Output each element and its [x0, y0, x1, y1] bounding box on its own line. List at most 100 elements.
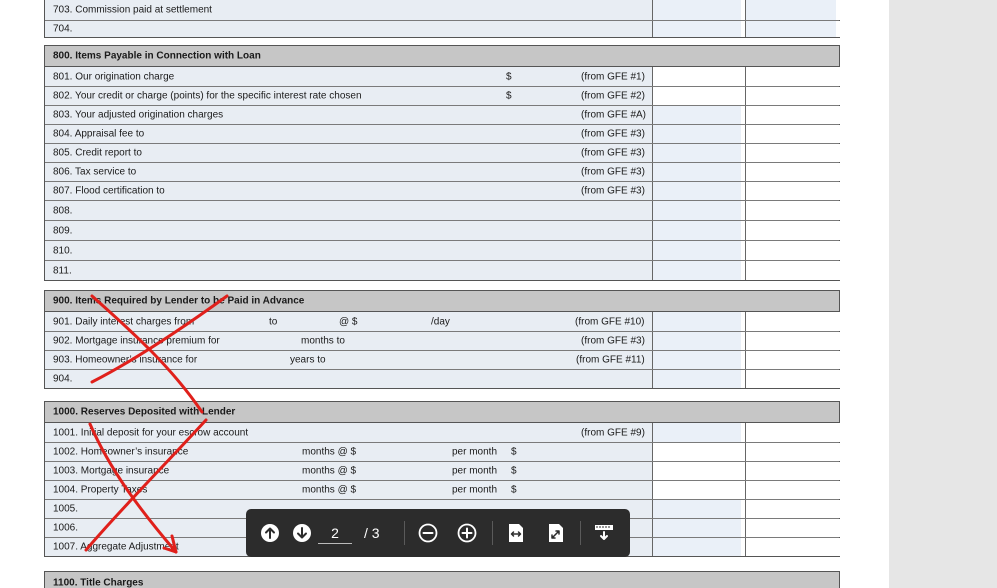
amount-field[interactable]: [652, 351, 745, 369]
fit-width-button[interactable]: [504, 521, 528, 545]
amount-field[interactable]: [652, 241, 745, 260]
arrow-down-circle-icon: [293, 524, 311, 542]
row-text: years to: [290, 354, 326, 366]
currency-symbol: $: [511, 484, 517, 496]
row-label: 1006.: [53, 522, 79, 534]
table-row: 703. Commission paid at settlement: [45, 0, 840, 20]
row-label: 1004. Property Taxes: [53, 484, 148, 496]
fit-page-button[interactable]: [544, 521, 568, 545]
row-text: per month: [452, 446, 498, 458]
amount-field[interactable]: [745, 144, 840, 162]
amount-field[interactable]: [745, 0, 840, 20]
amount-field[interactable]: [652, 21, 745, 37]
amount-field[interactable]: [745, 351, 840, 369]
row-label: 811.: [53, 265, 72, 276]
toolbar-divider: [580, 521, 581, 545]
row-text: to: [269, 316, 278, 327]
amount-field[interactable]: [652, 125, 745, 143]
zoom-in-button[interactable]: [455, 521, 479, 545]
amount-field[interactable]: [745, 538, 840, 556]
amount-field[interactable]: [652, 261, 745, 280]
page-total: / 3: [364, 525, 380, 541]
amount-field[interactable]: [652, 144, 745, 162]
toolbar-divider: [492, 521, 493, 545]
amount-field[interactable]: [745, 87, 840, 105]
amount-field[interactable]: [745, 221, 840, 240]
table-row: 807. Flood certification to (from GFE #3): [45, 181, 840, 200]
section-title: 1100. Title Charges: [53, 577, 144, 588]
amount-field[interactable]: [745, 481, 840, 499]
row-text: months @ $: [302, 446, 357, 458]
amount-field[interactable]: [745, 67, 840, 86]
row-label: 803. Your adjusted origination charges: [53, 109, 224, 121]
amount-field[interactable]: [745, 182, 840, 200]
row-label: 810.: [53, 245, 73, 256]
table-row: 811.: [45, 260, 840, 280]
amount-field[interactable]: [745, 519, 840, 537]
table-row: 902. Mortgage insurance premium for mont…: [45, 331, 840, 350]
row-label: 704.: [53, 23, 73, 35]
download-button[interactable]: [592, 521, 616, 545]
next-page-button[interactable]: [290, 521, 314, 545]
table-row: 810.: [45, 240, 840, 260]
amount-field[interactable]: [652, 221, 745, 240]
amount-field[interactable]: [745, 241, 840, 260]
amount-field[interactable]: [745, 163, 840, 181]
row-label: 703. Commission paid at settlement: [53, 4, 212, 16]
amount-field[interactable]: [745, 443, 840, 461]
amount-field[interactable]: [652, 67, 745, 86]
amount-field[interactable]: [745, 261, 840, 280]
gfe-reference: (from GFE #3): [581, 128, 645, 140]
table-row: 1001. Initial deposit for your escrow ac…: [45, 423, 840, 442]
arrow-up-circle-icon: [261, 524, 279, 542]
table-row: 803. Your adjusted origination charges (f…: [45, 105, 840, 124]
table-row: 808.: [45, 200, 840, 220]
amount-field[interactable]: [652, 0, 745, 20]
currency-symbol: $: [511, 446, 517, 458]
fit-width-icon: [509, 524, 523, 542]
amount-field[interactable]: [652, 312, 745, 331]
amount-field[interactable]: [745, 201, 840, 220]
amount-field[interactable]: [745, 312, 840, 331]
amount-field[interactable]: [652, 519, 745, 537]
amount-field[interactable]: [652, 462, 745, 480]
amount-field[interactable]: [745, 332, 840, 350]
fit-page-icon: [549, 524, 563, 542]
previous-page-button[interactable]: [258, 521, 282, 545]
amount-field[interactable]: [652, 106, 745, 124]
page-number-input[interactable]: 2: [318, 522, 352, 544]
table-row: 1002. Homeowner’s insurance months @ $ per…: [45, 442, 840, 461]
pdf-viewer-toolbar: 2 / 3: [246, 509, 630, 557]
zoom-out-button[interactable]: [416, 521, 440, 545]
amount-field[interactable]: [745, 462, 840, 480]
amount-field[interactable]: [652, 201, 745, 220]
amount-field[interactable]: [745, 21, 840, 37]
viewer-side-panel: [889, 0, 997, 588]
table-row: 904.: [45, 369, 840, 388]
amount-field[interactable]: [745, 370, 840, 388]
row-label: 808.: [53, 205, 73, 216]
amount-field[interactable]: [652, 423, 745, 442]
amount-field[interactable]: [652, 332, 745, 350]
row-label: 904.: [53, 373, 73, 385]
row-text: months @ $: [302, 484, 357, 496]
section-title: 900. Items Required by Lender to be Paid…: [53, 295, 305, 307]
section-title: 800. Items Payable in Connection with Lo…: [53, 50, 261, 62]
table-row: 704.: [45, 20, 840, 38]
zoom-out-icon: [418, 523, 438, 543]
amount-field[interactable]: [652, 370, 745, 388]
amount-field[interactable]: [652, 443, 745, 461]
amount-field[interactable]: [745, 423, 840, 442]
table-row: 806. Tax service to (from GFE #3): [45, 162, 840, 181]
amount-field[interactable]: [652, 538, 745, 556]
amount-field[interactable]: [745, 500, 840, 518]
row-label: 902. Mortgage insurance premium for: [53, 335, 220, 347]
amount-field[interactable]: [652, 87, 745, 105]
amount-field[interactable]: [745, 125, 840, 143]
amount-field[interactable]: [652, 182, 745, 200]
amount-field[interactable]: [652, 481, 745, 499]
amount-field[interactable]: [745, 106, 840, 124]
amount-field[interactable]: [652, 163, 745, 181]
table-row: 801. Our origination charge $ (from GFE #1…: [45, 67, 840, 86]
amount-field[interactable]: [652, 500, 745, 518]
